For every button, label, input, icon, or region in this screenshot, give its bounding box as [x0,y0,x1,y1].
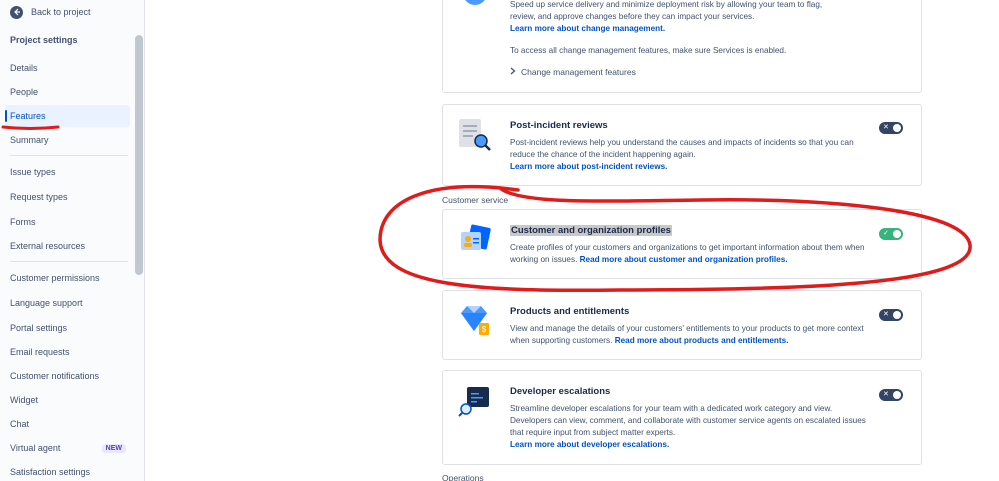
toggle-x-icon: ✕ [883,311,889,318]
sidebar-item-label: Chat [10,419,30,429]
sidebar-item-forms[interactable]: Forms [5,211,130,233]
customer-profiles-title: Customer and organization profiles [510,225,672,236]
learn-more-change-management-link[interactable]: Learn more about change management. [510,23,870,35]
products-entitlements-description: View and manage the details of your cust… [510,323,870,347]
description-text: Streamline developer escalations for you… [510,404,866,437]
sidebar-item-label: Details [10,63,38,73]
products-entitlements-toggle[interactable]: ✕ [879,309,903,321]
sidebar-item-satisfaction-settings[interactable]: Satisfaction settings [5,461,130,481]
sidebar-item-label: Customer notifications [10,371,100,381]
change-management-features-expander[interactable]: Change management features [510,67,636,77]
toggle-x-icon: ✕ [883,391,889,398]
title-text: Customer and organization profiles [510,225,672,236]
sidebar-item-features[interactable]: Features [5,105,130,127]
sidebar-item-label: Email requests [10,347,70,357]
toggle-check-icon: ✓ [883,230,889,237]
feature-card-products-entitlements: $ Products and entitlements View and man… [442,290,922,360]
post-incident-reviews-description: Post-incident reviews help you understan… [510,137,870,173]
sidebar-item-label: Virtual agent [10,443,61,453]
developer-escalations-title: Developer escalations [510,386,611,397]
sidebar-item-label: Language support [10,298,83,308]
back-label: Back to project [31,7,91,17]
sidebar-item-label: Issue types [10,167,56,177]
sidebar: Back to project Project settings Details… [0,0,145,481]
sidebar-item-virtual-agent[interactable]: Virtual agent NEW [5,437,130,459]
sidebar-item-issue-types[interactable]: Issue types [5,161,130,183]
chevron-right-icon [510,67,516,77]
toggle-x-icon: ✕ [883,124,889,131]
post-incident-reviews-toggle[interactable]: ✕ [879,122,903,134]
sidebar-item-chat[interactable]: Chat [5,413,130,435]
toggle-knob [893,124,901,132]
read-more-customer-profiles-link[interactable]: Read more about customer and organizatio… [580,255,788,264]
sidebar-item-widget[interactable]: Widget [5,389,130,411]
expander-label: Change management features [521,67,636,77]
sidebar-item-people[interactable]: People [5,81,130,103]
feature-card-customer-profiles: Customer and organization profiles Creat… [442,209,922,279]
feature-card-change-management: Speed up service delivery and minimize d… [442,0,922,93]
sidebar-item-email-requests[interactable]: Email requests [5,341,130,363]
learn-more-developer-escalations-link[interactable]: Learn more about developer escalations. [510,439,870,451]
sidebar-item-label: Satisfaction settings [10,467,91,477]
customer-profiles-toggle[interactable]: ✓ [879,228,903,240]
sidebar-item-label: Portal settings [10,323,68,333]
sidebar-divider [10,261,128,262]
description-line: review, and approve changes before they … [510,12,755,21]
customer-profiles-description: Create profiles of your customers and or… [510,242,870,266]
post-incident-reviews-title: Post-incident reviews [510,120,608,131]
diamond-icon: $ [457,303,493,339]
code-search-icon [457,385,493,421]
sidebar-item-details[interactable]: Details [5,57,130,79]
sidebar-divider [10,155,128,156]
toggle-knob [893,391,901,399]
toggle-knob [893,230,901,238]
new-badge: NEW [101,443,126,453]
feature-card-post-incident-reviews: Post-incident reviews Post-incident revi… [442,104,922,186]
toggle-knob [893,311,901,319]
sidebar-scrollbar[interactable] [135,35,143,275]
products-entitlements-title: Products and entitlements [510,306,630,317]
arrow-left-icon [10,5,23,19]
sidebar-item-customer-permissions[interactable]: Customer permissions [5,267,130,289]
sidebar-item-label: Widget [10,395,39,405]
section-title: Project settings [10,35,78,45]
sidebar-item-label: Summary [10,135,49,145]
svg-text:$: $ [482,325,487,334]
sidebar-item-label: Customer permissions [10,273,100,283]
read-more-products-link[interactable]: Read more about products and entitlement… [615,336,789,345]
sidebar-item-language-support[interactable]: Language support [5,292,130,314]
change-management-description: Speed up service delivery and minimize d… [510,0,870,35]
sidebar-item-label: Features [10,111,46,121]
developer-escalations-description: Streamline developer escalations for you… [510,403,870,451]
sidebar-item-customer-notifications[interactable]: Customer notifications [5,365,130,387]
group-label-customer-service: Customer service [442,195,509,205]
sidebar-item-label: Forms [10,217,36,227]
sidebar-item-label: People [10,87,39,97]
back-to-project-link[interactable]: Back to project [10,4,91,20]
profile-card-icon [457,224,493,260]
description-line: Speed up service delivery and minimize d… [510,0,823,9]
sidebar-item-portal-settings[interactable]: Portal settings [5,317,130,339]
sidebar-item-label: Request types [10,192,68,202]
change-management-note: To access all change management features… [510,46,787,55]
sidebar-item-label: External resources [10,241,86,251]
group-label-operations: Operations [442,473,484,481]
sidebar-item-summary[interactable]: Summary [5,129,130,151]
sidebar-item-request-types[interactable]: Request types [5,186,130,208]
description-text: Post-incident reviews help you understan… [510,138,854,159]
feature-card-developer-escalations: Developer escalations Streamline develop… [442,370,922,465]
document-search-icon [457,117,493,153]
sidebar-item-external-resources[interactable]: External resources [5,235,130,257]
learn-more-post-incident-link[interactable]: Learn more about post-incident reviews. [510,161,870,173]
developer-escalations-toggle[interactable]: ✕ [879,389,903,401]
change-management-icon [457,0,493,27]
